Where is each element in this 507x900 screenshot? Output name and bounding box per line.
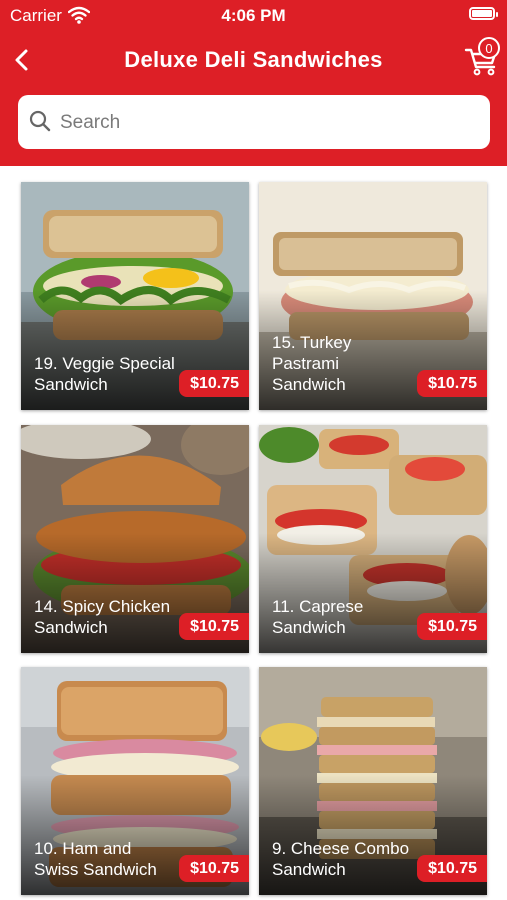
status-bar: Carrier 4:06 PM xyxy=(0,0,507,32)
product-card[interactable]: 15. Turkey Pastrami Sandwich $10.75 xyxy=(259,182,487,410)
price-badge: $10.75 xyxy=(179,613,249,640)
product-name: 10. Ham and Swiss Sandwich xyxy=(34,839,157,879)
product-name: 19. Veggie Special Sandwich xyxy=(34,354,175,394)
product-name: 15. Turkey Pastrami Sandwich xyxy=(272,333,352,394)
product-card[interactable]: 9. Cheese Combo Sandwich $10.75 xyxy=(259,667,487,895)
search-bar[interactable] xyxy=(18,95,490,151)
product-name: 14. Spicy Chicken Sandwich xyxy=(34,597,171,637)
cart-count-badge: 0 xyxy=(478,37,500,59)
price-badge: $10.75 xyxy=(417,370,487,397)
product-card[interactable]: 10. Ham and Swiss Sandwich $10.75 xyxy=(21,667,249,895)
product-card[interactable]: 14. Spicy Chicken Sandwich $10.75 xyxy=(21,425,249,653)
product-name: 9. Cheese Combo Sandwich xyxy=(272,839,410,879)
app-header: Carrier 4:06 PM Deluxe Deli Sandwiches 0 xyxy=(0,0,507,166)
clock: 4:06 PM xyxy=(221,6,286,25)
product-card[interactable]: 11. Caprese Sandwich $10.75 xyxy=(259,425,487,653)
page-title: Deluxe Deli Sandwiches xyxy=(124,47,383,72)
product-card[interactable]: 19. Veggie Special Sandwich $10.75 xyxy=(21,182,249,410)
price-badge: $10.75 xyxy=(179,370,249,397)
price-badge: $10.75 xyxy=(179,855,249,882)
product-grid: 19. Veggie Special Sandwich $10.75 15. T… xyxy=(0,166,507,900)
price-badge: $10.75 xyxy=(417,855,487,882)
product-name: 11. Caprese Sandwich xyxy=(272,597,364,637)
price-badge: $10.75 xyxy=(417,613,487,640)
search-input[interactable] xyxy=(58,95,482,151)
battery-icon xyxy=(469,7,498,20)
search-icon xyxy=(29,110,51,132)
